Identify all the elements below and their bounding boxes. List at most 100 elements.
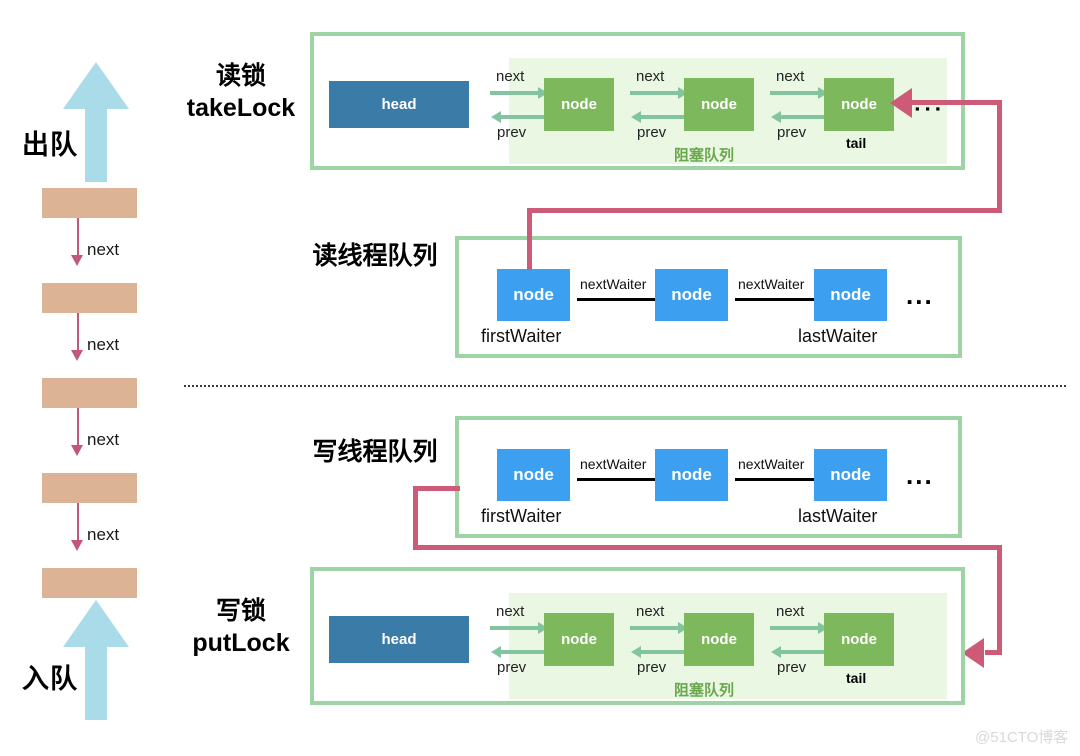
write-feedback-segment-drop [997,545,1002,652]
next-label-1: next [87,240,120,259]
dequeue-arrow-icon [56,62,136,182]
write-prev-arrow-1 [500,650,550,654]
write-feedback-segment-down [413,486,418,548]
write-waiter-queue-title: 写线程队列 [312,438,438,466]
read-next-label-3: next [776,68,805,85]
write-prev-label-1: prev [497,659,527,676]
read-feedback-segment-up [527,208,532,270]
enqueue-label: 入队 [22,664,78,694]
read-feedback-segment-riser [997,100,1002,210]
read-prev-arrow-2 [640,115,690,119]
write-waiter-queue-panel: node firstWaiter nextWaiter node nextWai… [455,416,962,538]
read-next-label-2: next [636,68,665,85]
write-node-3-tail: node [824,613,894,666]
read-next-label-1: next [496,68,525,85]
read-feedback-segment-left [912,100,1000,105]
write-prev-arrow-2 [640,650,690,654]
read-node-2: node [684,78,754,131]
write-prev-arrowhead-1 [491,646,501,658]
write-lock-title: 写锁 putLock [192,597,290,657]
write-next-label-3: next [776,603,805,620]
read-next-waiter-arrow-1 [577,298,665,301]
write-feedback-segment-left [985,650,1002,655]
queue-item-2 [42,283,137,313]
read-prev-label-1: prev [497,124,527,141]
next-link-4 [77,503,79,543]
read-first-waiter-label: firstWaiter [481,326,562,346]
write-prev-arrowhead-3 [771,646,781,658]
read-prev-arrow-3 [780,115,830,119]
read-blocking-queue-label: 阻塞队列 [674,147,735,164]
read-prev-label-2: prev [637,124,667,141]
write-feedback-segment-right [413,545,1002,550]
write-next-waiter-arrow-2 [735,478,823,481]
write-last-waiter-label: lastWaiter [798,506,878,526]
read-node-1: node [544,78,614,131]
read-next-waiter-label-2: nextWaiter [738,276,805,292]
next-link-arrowhead-1 [71,255,83,266]
next-link-3 [77,408,79,448]
next-label-4: next [87,525,120,544]
next-label-3: next [87,430,120,449]
read-feedback-arrowhead [890,88,912,118]
next-link-arrowhead-3 [71,445,83,456]
read-next-waiter-label-1: nextWaiter [580,276,647,292]
read-prev-arrowhead-3 [771,111,781,123]
read-prev-arrowhead-1 [491,111,501,123]
write-waiter-node-3: node [814,449,887,501]
write-prev-arrow-3 [780,650,830,654]
write-next-waiter-label-2: nextWaiter [738,456,805,472]
queue-item-5 [42,568,137,598]
read-last-waiter-label: lastWaiter [798,326,878,346]
read-waiter-node-3: node [814,269,887,321]
read-next-arrow-2 [630,91,680,95]
read-next-waiter-arrow-2 [735,298,823,301]
dequeue-label: 出队 [22,130,78,160]
write-waiter-node-2: node [655,449,728,501]
write-blocking-queue-label: 阻塞队列 [674,682,735,699]
write-next-arrow-2 [630,626,680,630]
write-node-2: node [684,613,754,666]
read-node-3-tail: node [824,78,894,131]
read-tail-label: tail [846,135,867,151]
next-link-1 [77,218,79,258]
read-prev-arrow-1 [500,115,550,119]
write-next-label-2: next [636,603,665,620]
write-first-waiter-label: firstWaiter [481,506,562,526]
write-prev-label-3: prev [777,659,807,676]
write-next-waiter-arrow-1 [577,478,665,481]
write-node-1: node [544,613,614,666]
read-lock-title: 读锁 takeLock [186,62,296,122]
read-waiter-node-1: node [497,269,570,321]
read-next-arrow-3 [770,91,820,95]
read-waiter-node-2: node [655,269,728,321]
read-prev-arrowhead-2 [631,111,641,123]
queue-item-3 [42,378,137,408]
write-feedback-segment-stub [413,486,460,491]
write-next-arrow-1 [490,626,540,630]
write-head-box: head [329,616,469,663]
read-waiter-queue-title: 读线程队列 [312,242,438,270]
read-feedback-segment-right [527,208,1002,213]
diagram-canvas: 出队 next next next next 入队 读锁 takeLock he… [0,0,1080,756]
write-tail-label: tail [846,670,867,686]
write-next-arrow-3 [770,626,820,630]
queue-item-4 [42,473,137,503]
section-divider [184,385,1066,387]
watermark: @51CTO博客 [975,729,1069,746]
write-waiter-node-1: node [497,449,570,501]
write-next-label-1: next [496,603,525,620]
next-link-arrowhead-2 [71,350,83,361]
write-waiter-ellipsis: ... [906,460,934,490]
read-waiter-ellipsis: ... [906,280,934,310]
next-label-2: next [87,335,120,354]
queue-item-1 [42,188,137,218]
read-prev-label-3: prev [777,124,807,141]
read-lock-panel: head next prev node next prev node next … [310,32,965,170]
read-next-arrow-1 [490,91,540,95]
write-prev-arrowhead-2 [631,646,641,658]
next-link-2 [77,313,79,353]
write-prev-label-2: prev [637,659,667,676]
next-link-arrowhead-4 [71,540,83,551]
read-head-box: head [329,81,469,128]
